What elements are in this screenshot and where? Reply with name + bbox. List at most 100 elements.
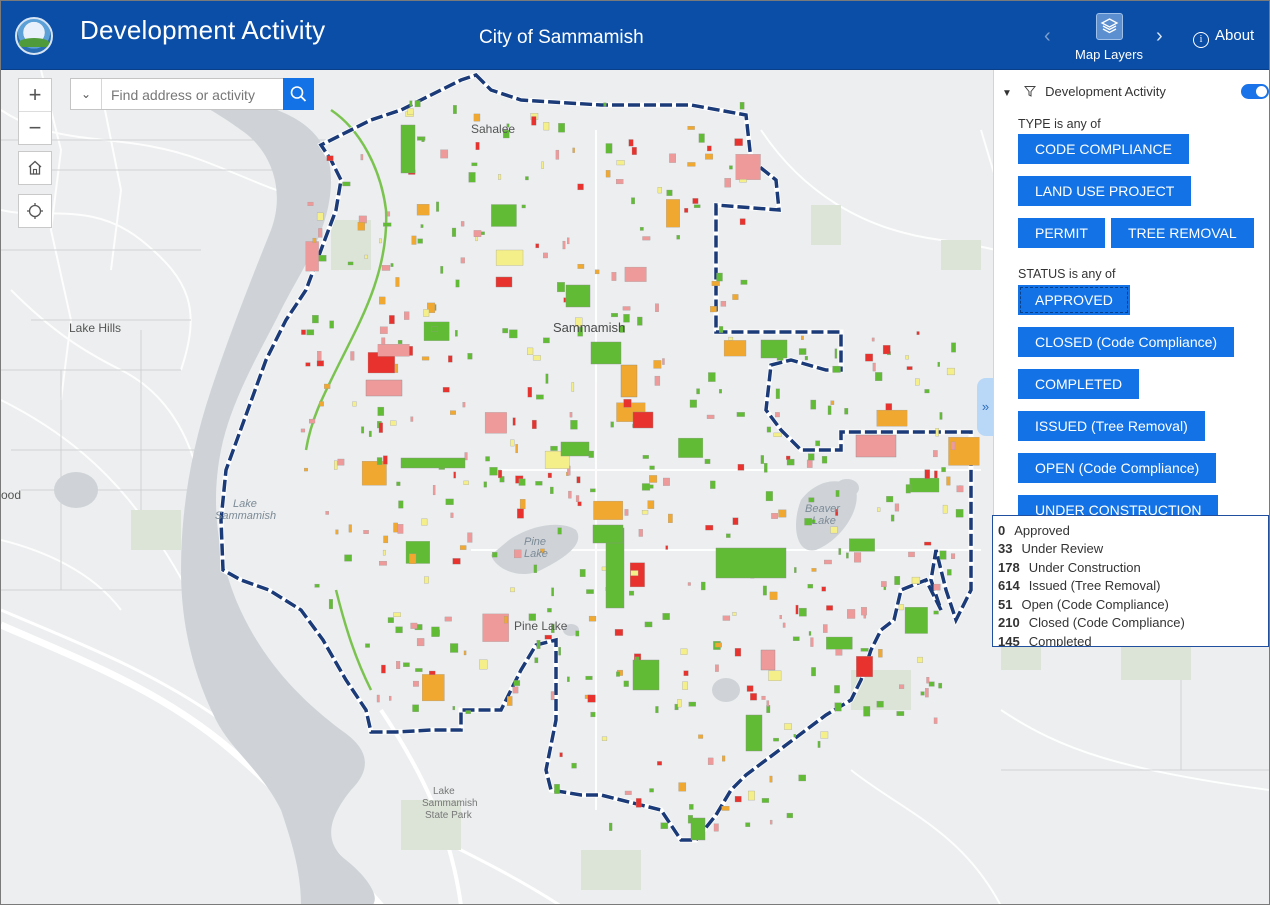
- development-parcel[interactable]: [475, 236, 478, 242]
- development-parcel[interactable]: [557, 282, 565, 293]
- development-parcel[interactable]: [531, 419, 537, 429]
- development-parcel[interactable]: [365, 379, 403, 397]
- development-parcel[interactable]: [810, 399, 817, 410]
- development-parcel[interactable]: [760, 649, 776, 671]
- development-parcel[interactable]: [939, 550, 947, 560]
- development-parcel[interactable]: [361, 461, 387, 486]
- development-parcel[interactable]: [908, 551, 915, 558]
- development-parcel[interactable]: [389, 695, 392, 701]
- development-parcel[interactable]: [485, 456, 490, 462]
- development-parcel[interactable]: [771, 513, 778, 519]
- development-parcel[interactable]: [452, 558, 461, 565]
- development-parcel[interactable]: [347, 261, 354, 266]
- caret-down-icon[interactable]: ▼: [1002, 88, 1012, 99]
- development-parcel[interactable]: [678, 782, 687, 792]
- development-parcel[interactable]: [799, 607, 807, 617]
- development-parcel[interactable]: [517, 508, 524, 519]
- development-parcel[interactable]: [409, 553, 417, 564]
- locate-button[interactable]: [18, 194, 52, 228]
- development-parcel[interactable]: [701, 581, 706, 591]
- development-parcel[interactable]: [468, 172, 476, 183]
- development-parcel[interactable]: [838, 548, 842, 555]
- development-parcel[interactable]: [562, 240, 566, 250]
- chip-tree-removal[interactable]: TREE REMOVAL: [1111, 218, 1254, 248]
- development-parcel[interactable]: [821, 456, 828, 464]
- development-parcel[interactable]: [846, 552, 849, 559]
- development-parcel[interactable]: [649, 465, 655, 470]
- chip-approved[interactable]: APPROVED: [1018, 285, 1130, 315]
- development-parcel[interactable]: [473, 230, 482, 237]
- chip-closed-code-compliance[interactable]: CLOSED (Code Compliance): [1018, 327, 1235, 357]
- development-parcel[interactable]: [525, 176, 529, 181]
- development-parcel[interactable]: [536, 640, 541, 649]
- development-parcel[interactable]: [729, 165, 733, 170]
- development-parcel[interactable]: [794, 567, 797, 573]
- development-parcel[interactable]: [395, 277, 400, 287]
- development-parcel[interactable]: [424, 576, 429, 584]
- development-parcel[interactable]: [624, 266, 647, 282]
- development-parcel[interactable]: [826, 605, 833, 611]
- development-parcel[interactable]: [575, 630, 580, 637]
- development-parcel[interactable]: [532, 355, 541, 361]
- development-parcel[interactable]: [577, 183, 584, 191]
- development-parcel[interactable]: [431, 626, 440, 637]
- development-parcel[interactable]: [631, 147, 637, 155]
- development-parcel[interactable]: [739, 218, 746, 225]
- development-parcel[interactable]: [824, 559, 832, 565]
- development-parcel[interactable]: [938, 682, 943, 689]
- search-button[interactable]: [283, 78, 314, 110]
- development-parcel[interactable]: [784, 723, 792, 730]
- development-parcel[interactable]: [632, 411, 654, 429]
- development-parcel[interactable]: [834, 685, 840, 694]
- development-parcel[interactable]: [698, 734, 704, 739]
- development-parcel[interactable]: [453, 471, 456, 479]
- development-parcel[interactable]: [543, 252, 548, 259]
- development-parcel[interactable]: [451, 227, 457, 237]
- development-parcel[interactable]: [383, 222, 392, 227]
- development-parcel[interactable]: [314, 583, 320, 588]
- development-parcel[interactable]: [666, 199, 680, 228]
- development-parcel[interactable]: [782, 622, 786, 628]
- development-parcel[interactable]: [732, 294, 739, 300]
- development-parcel[interactable]: [421, 356, 430, 361]
- development-parcel[interactable]: [510, 587, 515, 593]
- development-parcel[interactable]: [543, 337, 550, 344]
- development-parcel[interactable]: [397, 340, 403, 345]
- development-parcel[interactable]: [798, 774, 806, 782]
- development-parcel[interactable]: [502, 328, 509, 334]
- development-parcel[interactable]: [946, 476, 951, 486]
- development-parcel[interactable]: [609, 822, 613, 831]
- development-parcel[interactable]: [678, 437, 704, 458]
- development-parcel[interactable]: [404, 311, 410, 320]
- development-parcel[interactable]: [726, 533, 731, 538]
- development-parcel[interactable]: [415, 668, 423, 672]
- development-parcel[interactable]: [594, 269, 600, 275]
- development-parcel[interactable]: [403, 662, 410, 667]
- development-parcel[interactable]: [329, 320, 334, 329]
- development-parcel[interactable]: [473, 113, 481, 122]
- development-parcel[interactable]: [445, 498, 454, 505]
- development-parcel[interactable]: [577, 501, 582, 507]
- development-parcel[interactable]: [442, 387, 450, 393]
- development-parcel[interactable]: [933, 717, 938, 724]
- development-parcel[interactable]: [381, 664, 386, 674]
- development-parcel[interactable]: [623, 680, 629, 687]
- development-parcel[interactable]: [655, 706, 659, 714]
- development-parcel[interactable]: [328, 599, 333, 610]
- development-parcel[interactable]: [452, 706, 456, 711]
- development-parcel[interactable]: [668, 513, 673, 523]
- chevron-left-icon[interactable]: ‹: [1044, 25, 1051, 48]
- development-parcel[interactable]: [926, 677, 930, 684]
- development-parcel[interactable]: [795, 604, 799, 615]
- development-parcel[interactable]: [917, 656, 923, 663]
- development-parcel[interactable]: [687, 582, 691, 586]
- development-parcel[interactable]: [630, 570, 639, 576]
- search-input[interactable]: [109, 84, 283, 106]
- development-parcel[interactable]: [947, 569, 952, 576]
- development-parcel[interactable]: [432, 485, 436, 496]
- development-parcel[interactable]: [379, 326, 388, 334]
- development-parcel[interactable]: [766, 700, 770, 707]
- development-parcel[interactable]: [882, 345, 891, 355]
- development-parcel[interactable]: [527, 387, 532, 398]
- development-parcel[interactable]: [877, 507, 881, 512]
